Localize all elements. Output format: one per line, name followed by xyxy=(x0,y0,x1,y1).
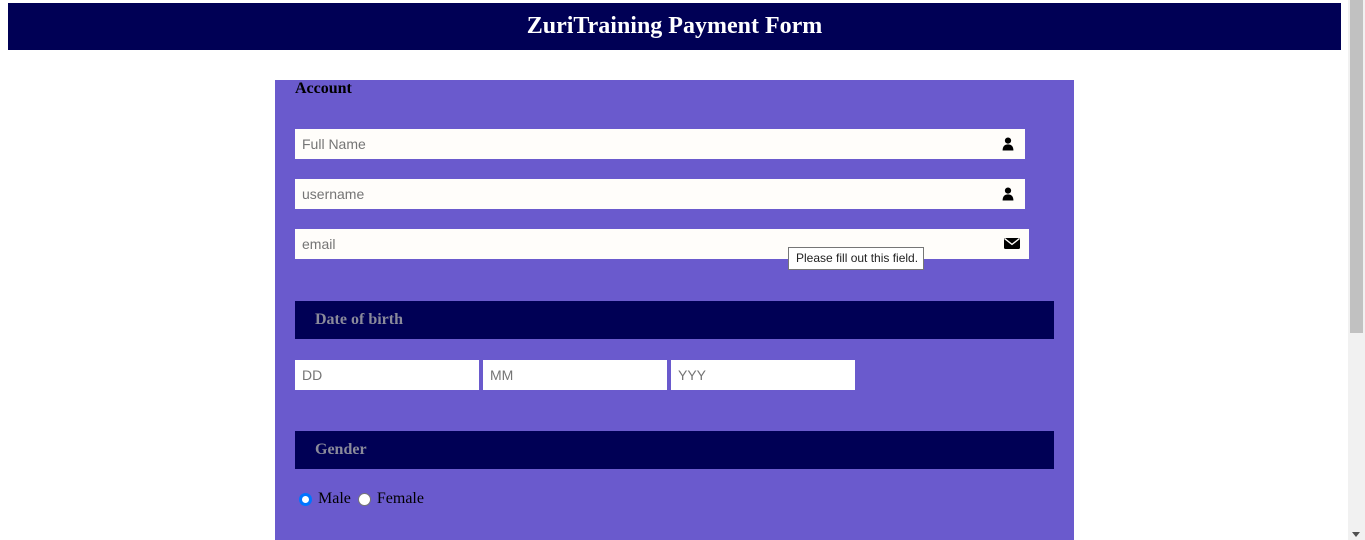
gender-female-label[interactable]: Female xyxy=(377,490,424,508)
dob-year-input[interactable] xyxy=(671,360,855,390)
gender-male-radio[interactable] xyxy=(299,492,312,506)
username-input[interactable] xyxy=(295,179,1025,209)
page-header: ZuriTraining Payment Form xyxy=(8,3,1341,50)
payment-form: Account Date of birth xyxy=(275,80,1074,540)
page-title: ZuriTraining Payment Form xyxy=(526,13,823,39)
gender-male-label[interactable]: Male xyxy=(318,490,351,508)
vertical-scrollbar[interactable] xyxy=(1348,0,1365,540)
user-icon xyxy=(1001,137,1015,151)
user-icon xyxy=(1001,187,1015,201)
gender-female-radio[interactable] xyxy=(357,492,371,506)
envelope-icon xyxy=(1004,237,1020,251)
full-name-input[interactable] xyxy=(295,129,1025,159)
validation-tooltip: Please fill out this field. xyxy=(788,247,924,270)
dob-section-title: Date of birth xyxy=(315,311,403,328)
account-section-title: Account xyxy=(295,80,352,97)
dob-year-field xyxy=(671,360,855,390)
full-name-field xyxy=(295,129,1025,159)
dob-day-field xyxy=(295,360,479,390)
scroll-down-arrow-icon[interactable] xyxy=(1352,532,1360,537)
dob-day-input[interactable] xyxy=(295,360,479,390)
page: ZuriTraining Payment Form Account Date o… xyxy=(0,0,1365,540)
dob-section-header: Date of birth xyxy=(295,301,1054,339)
dob-month-field xyxy=(483,360,667,390)
gender-section-title: Gender xyxy=(315,441,367,458)
scrollbar-thumb[interactable] xyxy=(1350,0,1363,333)
dob-month-input[interactable] xyxy=(483,360,667,390)
username-field xyxy=(295,179,1025,209)
gender-options: Male Female xyxy=(299,490,431,508)
gender-section-header: Gender xyxy=(295,431,1054,469)
